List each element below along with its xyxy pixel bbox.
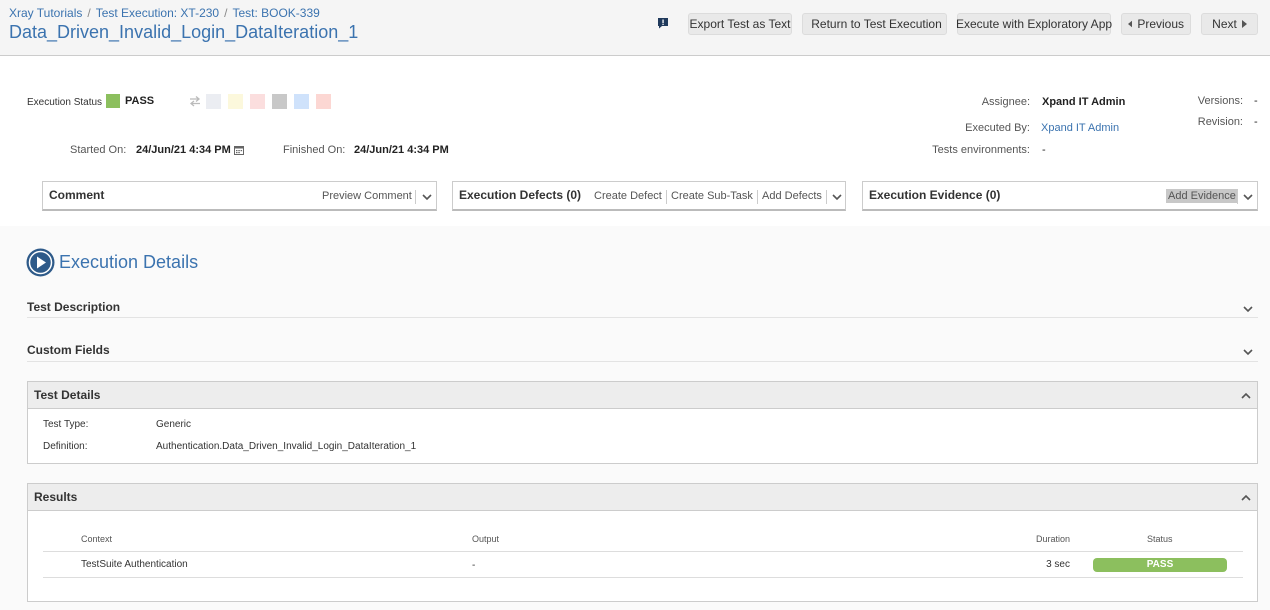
add-defects-button[interactable]: Add Defects <box>762 190 822 202</box>
column-header-duration: Duration <box>1035 534 1070 544</box>
return-to-execution-label: Return to Test Execution <box>811 17 942 31</box>
create-sub-task-button[interactable]: Create Sub-Task <box>671 190 753 202</box>
divider <box>27 361 1258 362</box>
play-icon <box>26 248 55 277</box>
current-status-color <box>106 94 120 108</box>
status-swatch[interactable] <box>272 94 287 109</box>
chevron-down-icon[interactable] <box>422 192 432 202</box>
test-type-value: Generic <box>156 419 192 430</box>
next-label: Next <box>1212 17 1237 31</box>
export-test-label: Export Test as Text <box>689 17 791 31</box>
result-duration: 3 sec <box>1046 559 1070 570</box>
page-header: Xray Tutorials / Test Execution: XT-230 / Te… <box>0 0 1270 56</box>
current-status-value[interactable]: PASS <box>125 95 154 107</box>
comment-title: Comment <box>49 188 105 202</box>
status-swatch[interactable] <box>294 94 309 109</box>
result-output: - <box>472 560 476 571</box>
revision-label: Revision: <box>1197 116 1243 128</box>
chevron-down-icon[interactable] <box>832 192 842 202</box>
calendar-icon[interactable] <box>234 145 244 155</box>
test-details-header[interactable]: Test Details <box>28 382 1257 409</box>
assignee-value[interactable]: Xpand IT Admin <box>1042 96 1125 108</box>
test-description-title[interactable]: Test Description <box>27 300 120 314</box>
divider <box>757 190 758 204</box>
results-title: Results <box>34 490 78 504</box>
executed-by-label: Executed By: <box>965 122 1030 134</box>
status-swatch[interactable] <box>228 94 243 109</box>
add-evidence-button[interactable]: Add Evidence <box>1166 189 1238 203</box>
assignee-label: Assignee: <box>981 96 1030 108</box>
versions-value: - <box>1254 95 1258 107</box>
preview-comment-button[interactable]: Preview Comment <box>322 190 412 202</box>
breadcrumb-separator: / <box>224 6 228 20</box>
divider <box>27 317 1258 318</box>
previous-label: Previous <box>1137 17 1184 31</box>
column-header-status: Status <box>1147 534 1173 544</box>
chevron-up-icon[interactable] <box>1241 391 1251 401</box>
execution-evidence-panel: Execution Evidence (0) Add Evidence <box>862 181 1258 211</box>
execute-exploratory-button[interactable]: Execute with Exploratory App <box>955 13 1113 35</box>
arrow-left-icon <box>1128 20 1133 28</box>
chevron-down-icon[interactable] <box>1243 347 1253 357</box>
divider <box>415 190 416 204</box>
chevron-up-icon[interactable] <box>1241 493 1251 503</box>
execute-exploratory-label: Execute with Exploratory App <box>955 17 1113 31</box>
tests-environments-value: - <box>1042 144 1046 156</box>
result-status-badge: PASS <box>1093 558 1227 572</box>
chevron-down-icon[interactable] <box>1243 192 1253 202</box>
started-on-label: Started On: <box>70 144 127 156</box>
page-title: Data_Driven_Invalid_Login_DataIteration_… <box>9 22 359 42</box>
status-swatch[interactable] <box>250 94 265 109</box>
comment-panel: Comment Preview Comment <box>42 181 437 211</box>
status-swatch[interactable] <box>316 94 331 109</box>
results-header[interactable]: Results <box>28 484 1257 511</box>
finished-on-label: Finished On: <box>283 144 346 156</box>
chevron-down-icon[interactable] <box>1243 304 1253 314</box>
results-box: Results Context Output Duration Status T… <box>27 483 1258 602</box>
tests-environments-label: Tests environments: <box>932 144 1030 156</box>
return-to-execution-button[interactable]: Return to Test Execution <box>802 13 947 35</box>
breadcrumb: Xray Tutorials / Test Execution: XT-230 / Te… <box>9 6 320 20</box>
breadcrumb-project[interactable]: Xray Tutorials <box>9 6 82 20</box>
execution-evidence-title: Execution Evidence (0) <box>869 188 1001 202</box>
started-on-value: 24/Jun/21 4:34 PM <box>136 144 231 156</box>
breadcrumb-test[interactable]: Test: BOOK-339 <box>232 6 319 20</box>
feedback-icon[interactable] <box>657 17 669 29</box>
execution-details-heading: Execution Details <box>59 252 199 272</box>
revision-value: - <box>1254 116 1258 128</box>
divider <box>43 577 1243 578</box>
versions-label: Versions: <box>1197 95 1243 107</box>
arrow-right-icon <box>1241 20 1247 28</box>
next-button[interactable]: Next <box>1201 13 1258 35</box>
test-type-label: Test Type: <box>43 419 89 430</box>
execution-status-label: Execution Status <box>27 97 103 108</box>
divider <box>43 551 1243 552</box>
executed-by-link[interactable]: Xpand IT Admin <box>1041 122 1119 134</box>
status-swatch[interactable] <box>206 94 221 109</box>
definition-value: Authentication.Data_Driven_Invalid_Login… <box>156 441 417 452</box>
export-test-button[interactable]: Export Test as Text <box>688 13 792 35</box>
test-details-box: Test Details Test Type: Generic Definiti… <box>27 381 1258 464</box>
result-context: TestSuite Authentication <box>81 559 188 570</box>
custom-fields-title[interactable]: Custom Fields <box>27 343 110 357</box>
test-details-title: Test Details <box>34 388 101 402</box>
column-header-output: Output <box>472 534 500 544</box>
divider <box>1237 190 1238 204</box>
definition-label: Definition: <box>43 441 88 452</box>
divider <box>666 190 667 204</box>
execution-defects-title: Execution Defects (0) <box>459 188 582 202</box>
breadcrumb-test-execution[interactable]: Test Execution: XT-230 <box>96 6 219 20</box>
column-header-context: Context <box>81 534 113 544</box>
create-defect-button[interactable]: Create Defect <box>594 190 662 202</box>
execution-defects-panel: Execution Defects (0) Create Defect Crea… <box>452 181 846 211</box>
breadcrumb-separator: / <box>87 6 91 20</box>
previous-button[interactable]: Previous <box>1121 13 1191 35</box>
divider <box>826 190 827 204</box>
swap-icon[interactable] <box>188 95 202 107</box>
finished-on-value: 24/Jun/21 4:34 PM <box>354 144 449 156</box>
